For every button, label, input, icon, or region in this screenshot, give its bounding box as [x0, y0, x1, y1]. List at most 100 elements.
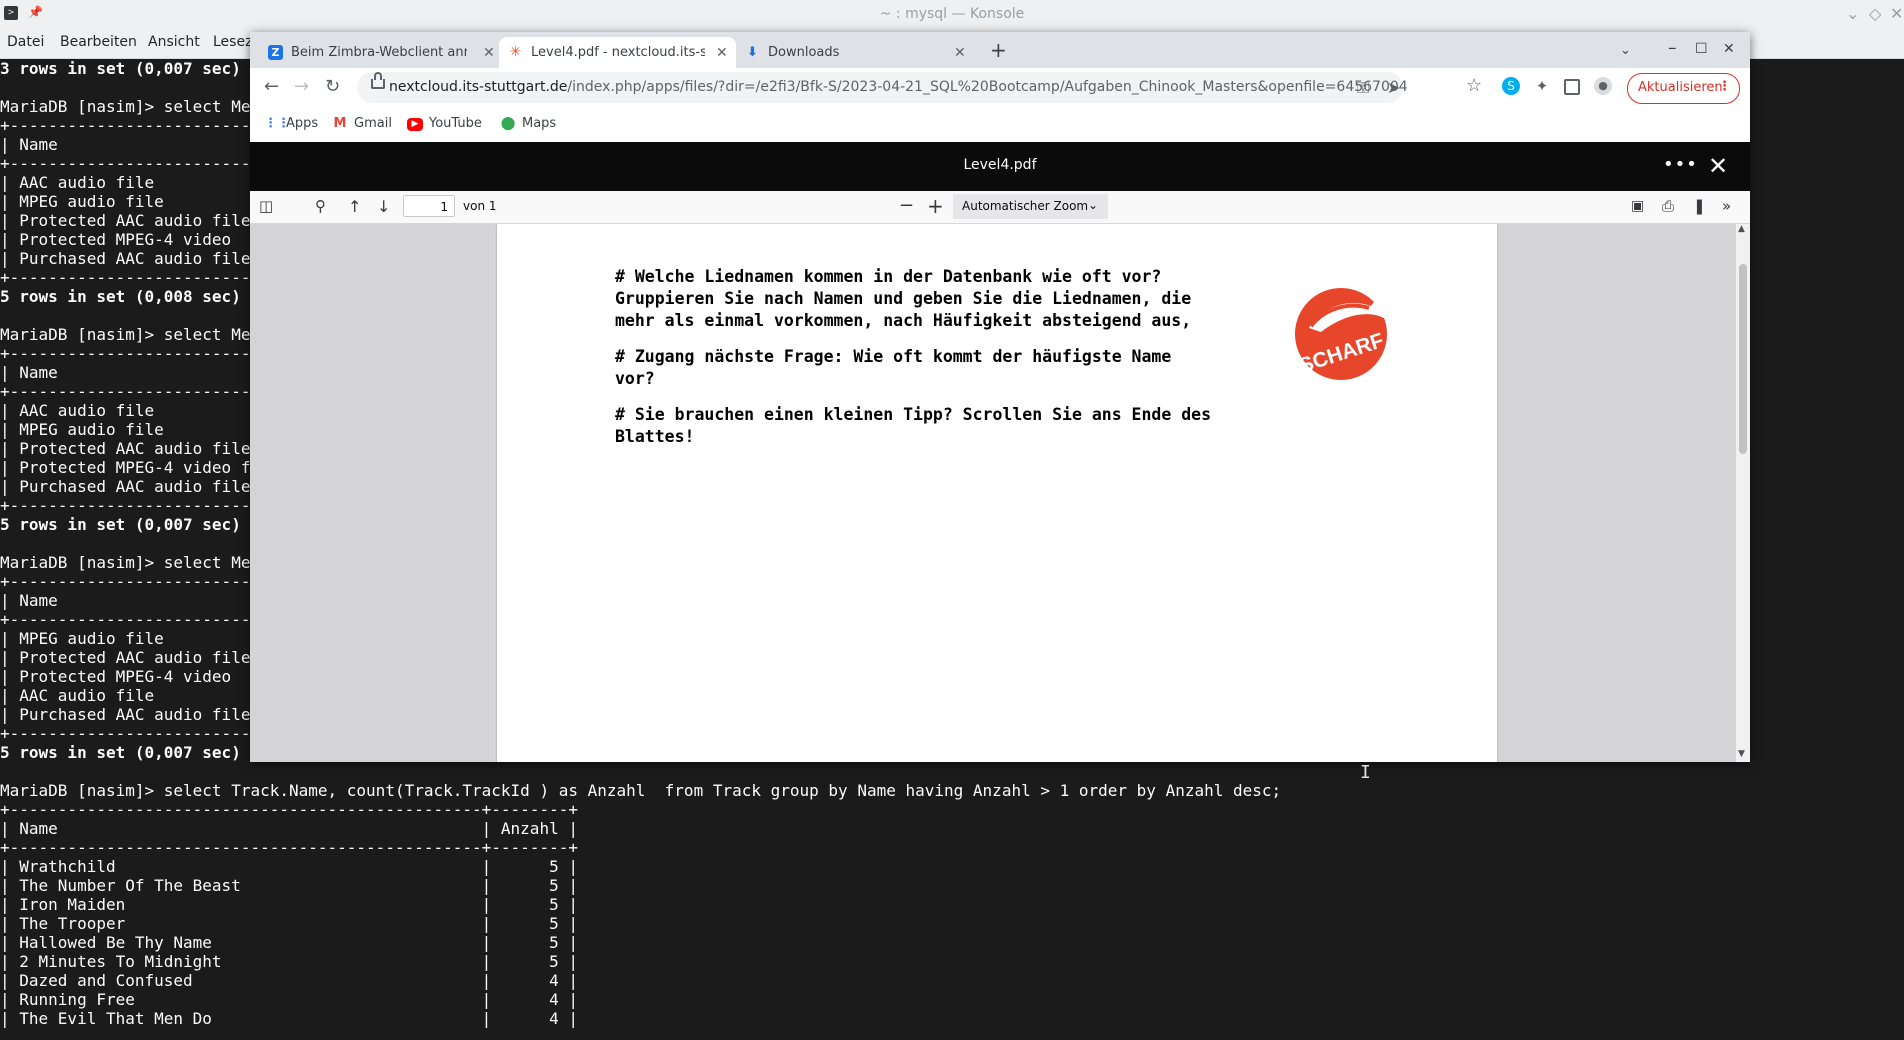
more-options-icon[interactable]: ••• [1663, 154, 1698, 175]
terminal-line: +----------------------------- [0, 344, 289, 363]
window-close-icon[interactable]: ✕ [1723, 41, 1735, 57]
terminal-line: | MPEG audio file [0, 420, 164, 439]
terminal-line: | AAC audio file [0, 173, 155, 192]
maximize-icon[interactable]: ◇ [1869, 4, 1881, 23]
terminal-line: | Protected AAC audio file [0, 648, 251, 667]
previous-page-icon[interactable]: ↑ [348, 197, 361, 216]
terminal-line: | Hallowed Be Thy Name | 5 | [0, 933, 578, 952]
menu-datei[interactable]: Datei [7, 34, 44, 50]
terminal-line: | The Number Of The Beast | 5 | [0, 876, 578, 895]
tab-zimbra[interactable]: Z Beim Zimbra-Webclient anme ✕ [259, 37, 499, 68]
terminal-line: | 2 Minutes To Midnight | 5 | [0, 952, 578, 971]
url-text: nextcloud.its-stuttgart.de/index.php/app… [389, 79, 1408, 95]
terminal-line: | Protected MPEG-4 video f [0, 458, 251, 477]
pdf-scrollbar[interactable]: ▲ ▼ [1736, 224, 1750, 762]
address-bar[interactable]: nextcloud.its-stuttgart.de/index.php/app… [357, 72, 1408, 103]
youtube-icon: ▶ [407, 118, 423, 131]
terminal-line: | Name | Anzahl | [0, 819, 578, 838]
presentation-mode-icon[interactable]: ▣ [1631, 198, 1644, 214]
terminal-line: | AAC audio file [0, 401, 155, 420]
terminal-line: | Protected MPEG-4 video [0, 230, 232, 249]
zoom-out-icon[interactable]: − [899, 195, 914, 216]
scroll-down-icon[interactable]: ▼ [1738, 749, 1745, 759]
zoom-select[interactable]: Automatischer Zoom ⌄ [953, 194, 1108, 219]
tab-search-icon[interactable]: ⌄ [1620, 43, 1631, 58]
more-vert-icon: ⋮ [1718, 79, 1731, 94]
bookmark-maps[interactable]: ⬤ Maps [500, 116, 557, 131]
bookmark-label: Maps [522, 116, 557, 131]
bookmark-apps[interactable]: ⋮⋮Apps [264, 116, 318, 131]
terminal-line: MariaDB [nasim]> select Media [0, 325, 280, 344]
profile-avatar-icon[interactable]: ● [1594, 77, 1612, 95]
tab-label: Downloads [768, 45, 840, 60]
update-button[interactable]: Aktualisieren ⋮ [1627, 73, 1740, 104]
zoom-in-icon[interactable]: + [927, 194, 944, 218]
chevron-down-icon: ⌄ [1087, 198, 1098, 212]
tab-downloads[interactable]: ⬇ Downloads ✕ [736, 37, 976, 68]
window-maximize-icon[interactable]: ☐ [1695, 41, 1708, 57]
menu-ansicht[interactable]: Ansicht [148, 34, 200, 50]
nextcloud-favicon-icon: ✳ [509, 44, 522, 60]
reload-icon[interactable]: ↻ [325, 76, 340, 97]
bookmark-icon[interactable]: ❚ [1693, 197, 1706, 215]
terminal-line: 5 rows in set (0,007 sec) [0, 743, 241, 762]
terminal-line: +----------------------------- [0, 116, 289, 135]
terminal-line: | Wrathchild | 5 | [0, 857, 578, 876]
forward-icon[interactable]: → [294, 76, 309, 97]
scroll-up-icon[interactable]: ▲ [1738, 224, 1745, 234]
next-page-icon[interactable]: ↓ [377, 197, 390, 216]
url-host: nextcloud.its-stuttgart.de [389, 79, 568, 95]
terminal-line: | Protected AAC audio file [0, 439, 251, 458]
page-count: von 1 [463, 199, 497, 213]
terminal-line: 5 rows in set (0,008 sec) [0, 287, 241, 306]
tab-level4-pdf[interactable]: ✳ Level4.pdf - nextcloud.its-stut ✕ [499, 37, 736, 68]
tab-close-icon[interactable]: ✕ [716, 45, 728, 61]
bookmark-gmail[interactable]: M Gmail [332, 116, 392, 131]
window-minimize-icon[interactable]: – [1668, 38, 1677, 58]
scharf-chili-logo: SCHARF [1295, 284, 1397, 380]
apps-grid-icon: ⋮⋮ [264, 116, 290, 131]
terminal-line: | Iron Maiden | 5 | [0, 895, 578, 914]
tools-icon[interactable]: » [1722, 197, 1731, 215]
browser-window: Z Beim Zimbra-Webclient anme ✕ ✳ Level4.… [250, 32, 1750, 762]
terminal-line: | The Evil That Men Do | 4 | [0, 1009, 578, 1028]
bookmark-star-icon[interactable]: ☆ [1466, 75, 1482, 96]
gmail-icon: M [333, 116, 347, 131]
page-number-input[interactable]: 1 [403, 195, 455, 217]
tab-strip: Z Beim Zimbra-Webclient anme ✕ ✳ Level4.… [250, 32, 1750, 68]
find-icon[interactable]: ⚲ [315, 197, 326, 215]
side-panel-icon[interactable] [1564, 79, 1580, 95]
url-path: /index.php/apps/files/?dir=/e2fi3/Bfk-S/… [567, 79, 1408, 95]
bookmark-youtube[interactable]: ▶ YouTube [407, 116, 482, 131]
lock-icon[interactable] [371, 72, 385, 89]
extensions-puzzle-icon[interactable]: ✦ [1533, 77, 1551, 95]
pdf-toolbar: ◫ ⚲ ↑ ↓ 1 von 1 − + Automatischer Zoom ⌄… [250, 191, 1750, 224]
skype-extension-icon[interactable]: S [1502, 77, 1520, 95]
zoom-value: Automatischer Zoom [962, 199, 1089, 213]
terminal-line: 3 rows in set (0,007 sec) [0, 59, 241, 78]
key-icon[interactable]: ⚿ [1357, 78, 1369, 98]
pdf-question-text: # Zugang nächste Frage: Wie oft kommt de… [615, 347, 1172, 388]
terminal-line: +---------------------------------------… [0, 800, 578, 819]
viewer-close-button[interactable]: ✕ [1708, 152, 1728, 180]
terminal-line: MariaDB [nasim]> select Media [0, 553, 280, 572]
terminal-line: | Dazed and Confused | 4 | [0, 971, 578, 990]
back-icon[interactable]: ← [264, 76, 279, 97]
pdf-viewer-area[interactable]: # Welche Liednamen kommen in der Datenba… [250, 224, 1750, 762]
print-icon[interactable]: ⎙ [1662, 197, 1674, 215]
tab-close-icon[interactable]: ✕ [954, 45, 966, 61]
sidebar-toggle-icon[interactable]: ◫ [259, 197, 273, 215]
send-icon[interactable]: ➤ [1387, 78, 1400, 97]
tab-close-icon[interactable]: ✕ [483, 45, 495, 61]
pdf-question-text: # Welche Liednamen kommen in der Datenba… [615, 267, 1192, 330]
scrollbar-thumb[interactable] [1739, 264, 1747, 454]
terminal-line: +---------------------------------------… [0, 838, 578, 857]
new-tab-button[interactable]: + [990, 38, 1007, 62]
terminal-line: | Purchased AAC audio file [0, 477, 251, 496]
menu-bearbeiten[interactable]: Bearbeiten [60, 34, 137, 50]
terminal-line: +----------------------------- [0, 154, 289, 173]
minimize-icon[interactable]: ⌄ [1846, 4, 1859, 23]
terminal-line: +----------------------------- [0, 382, 289, 401]
close-icon[interactable]: ✕ [1890, 4, 1903, 23]
terminal-line: | The Trooper | 5 | [0, 914, 578, 933]
